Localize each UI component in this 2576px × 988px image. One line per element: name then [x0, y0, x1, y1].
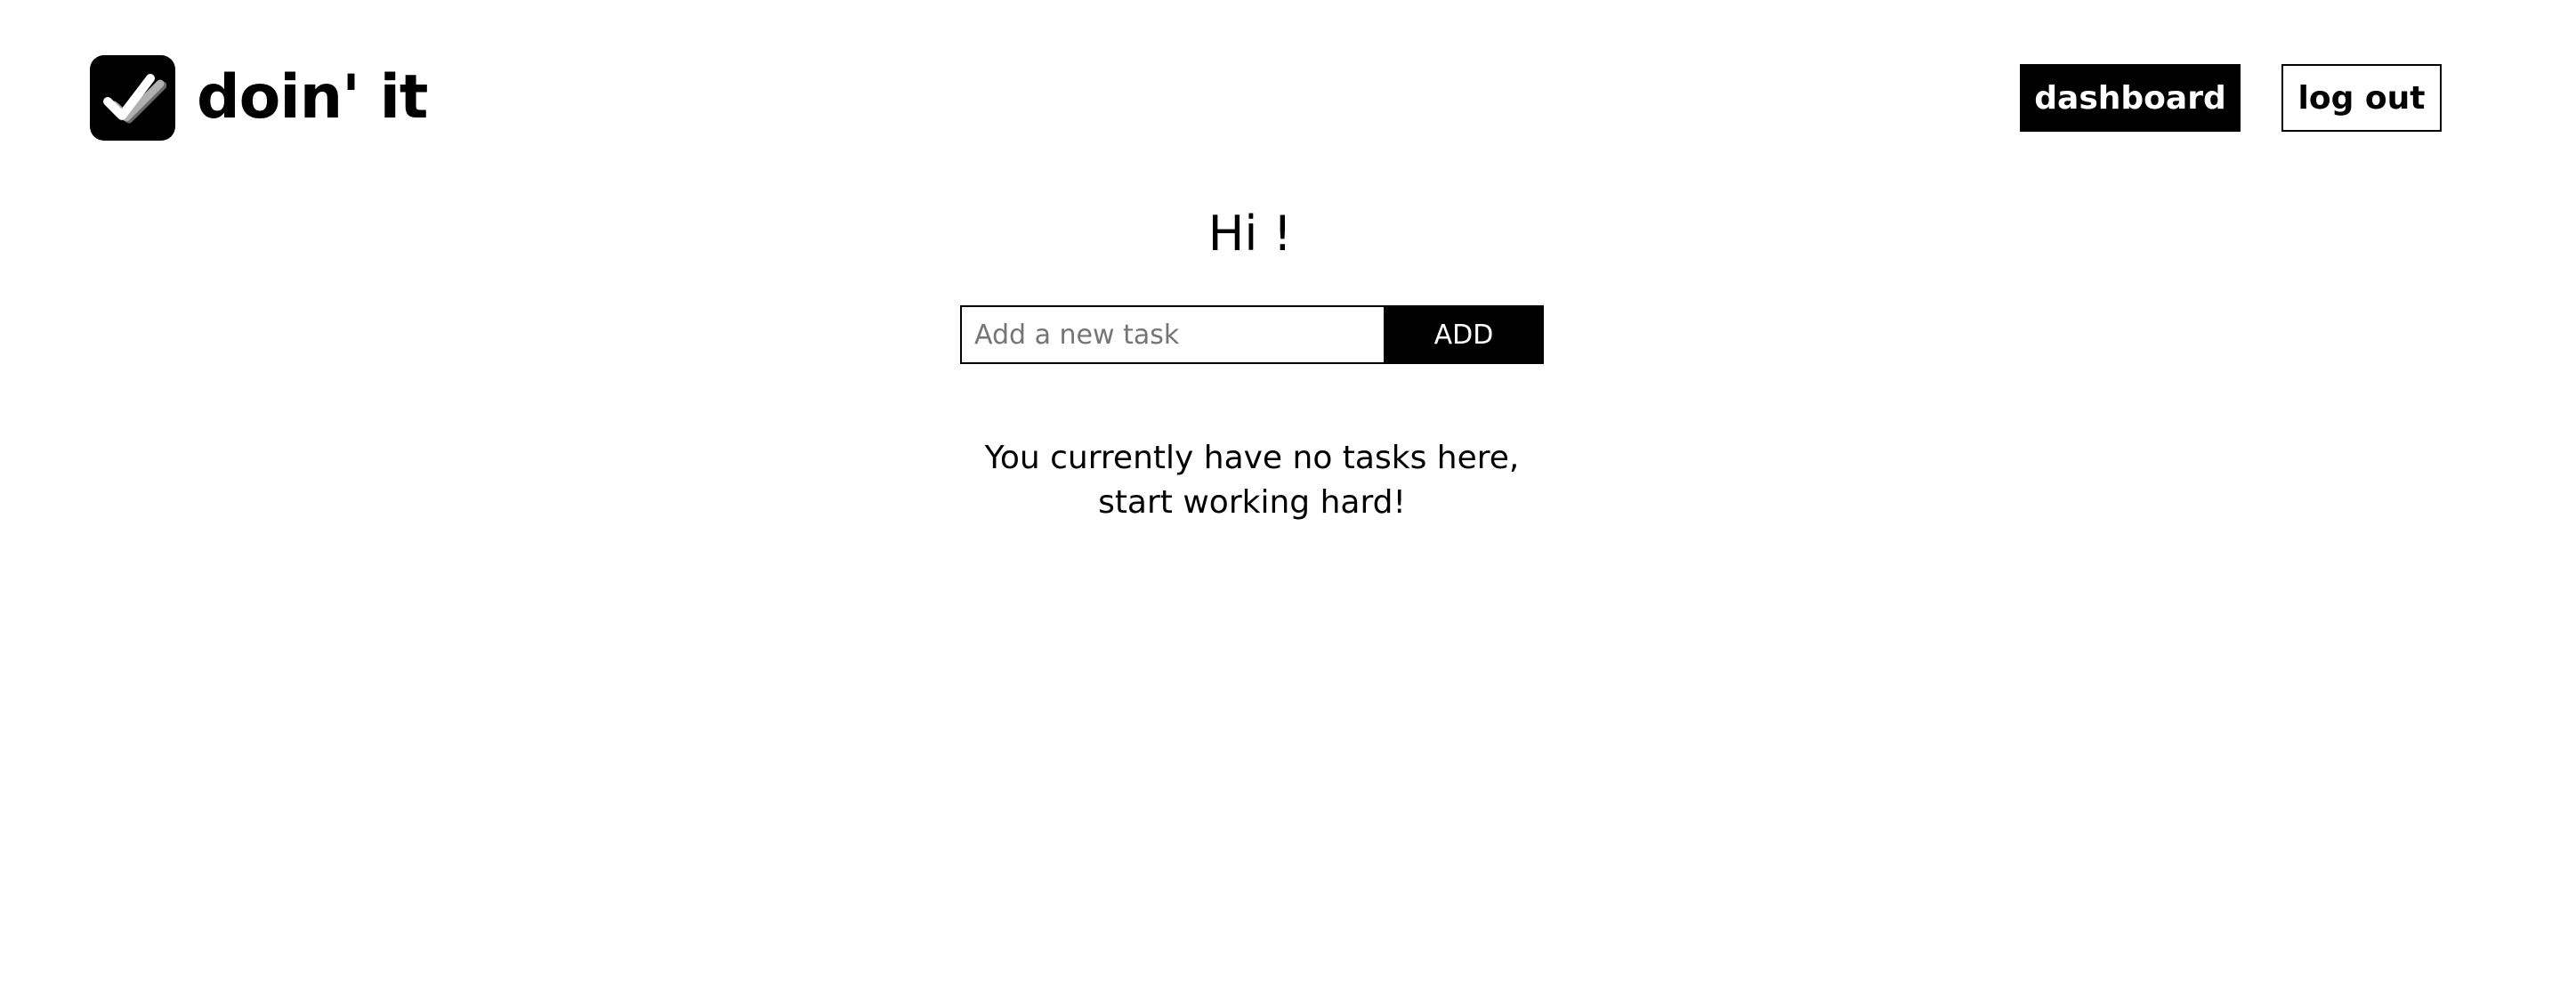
top-nav: dashboard log out [2020, 64, 2442, 132]
page: doin' it dashboard log out Hi ! ADD You … [0, 0, 2576, 988]
add-task-form: ADD [960, 305, 1544, 364]
greeting-heading: Hi ! [1207, 206, 1293, 262]
dashboard-button[interactable]: dashboard [2020, 64, 2241, 132]
brand-name: doin' it [197, 62, 428, 133]
new-task-input[interactable] [960, 305, 1384, 364]
checkmark-logo-icon [90, 55, 175, 141]
brand[interactable]: doin' it [90, 54, 428, 142]
empty-tasks-message: You currently have no tasks here, start … [984, 440, 1520, 521]
logout-button[interactable]: log out [2281, 64, 2442, 132]
add-task-button[interactable]: ADD [1384, 305, 1544, 364]
